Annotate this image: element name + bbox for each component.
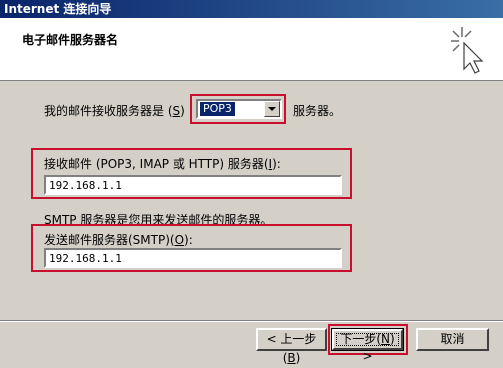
back-button-label-end: )	[295, 351, 301, 365]
window-title: Internet 连接向导	[4, 2, 112, 16]
outgoing-server-label: 发送邮件服务器(SMTP)(O):	[44, 231, 193, 248]
outgoing-server-label-text: 发送邮件服务器(SMTP)(	[44, 233, 175, 247]
incoming-server-label-text: 接收邮件 (POP3, IMAP 或 HTTP) 服务器(	[44, 157, 269, 171]
outgoing-server-input[interactable]: 192.168.1.1	[44, 248, 342, 268]
incoming-type-label: 我的邮件接收服务器是 (S)	[44, 102, 185, 119]
back-button[interactable]: < 上一步(B)	[256, 328, 327, 365]
server-suffix-label: 服务器。	[293, 104, 342, 118]
outgoing-server-accesskey: O	[174, 233, 185, 247]
incoming-type-accesskey: S	[172, 104, 181, 118]
dropdown-button[interactable]	[264, 101, 280, 117]
server-type-select[interactable]: POP3	[196, 99, 282, 119]
next-button-face: 下一步(N) >	[332, 329, 403, 363]
cancel-button[interactable]: 取消	[416, 328, 489, 351]
incoming-server-label-end: ):	[272, 157, 281, 171]
incoming-server-input[interactable]: 192.168.1.1	[44, 175, 342, 195]
chevron-down-icon	[268, 107, 276, 111]
server-type-value: POP3	[199, 101, 236, 117]
outgoing-server-label-end: ):	[184, 233, 193, 247]
next-button[interactable]: 下一步(N) >	[331, 328, 404, 363]
incoming-server-label: 接收邮件 (POP3, IMAP 或 HTTP) 服务器(I):	[44, 155, 281, 172]
incoming-type-label-text: 我的邮件接收服务器是 (	[44, 104, 173, 118]
wizard-header: 电子邮件服务器名	[0, 18, 503, 81]
footer-separator-highlight	[0, 321, 503, 322]
page-title: 电子邮件服务器名	[22, 33, 119, 47]
incoming-type-label-end: )	[180, 104, 185, 118]
focus-rect	[336, 333, 399, 346]
back-accesskey: B	[287, 351, 296, 365]
title-bar: Internet 连接向导	[0, 0, 503, 18]
wizard-sparkle-cursor-icon	[451, 27, 484, 74]
